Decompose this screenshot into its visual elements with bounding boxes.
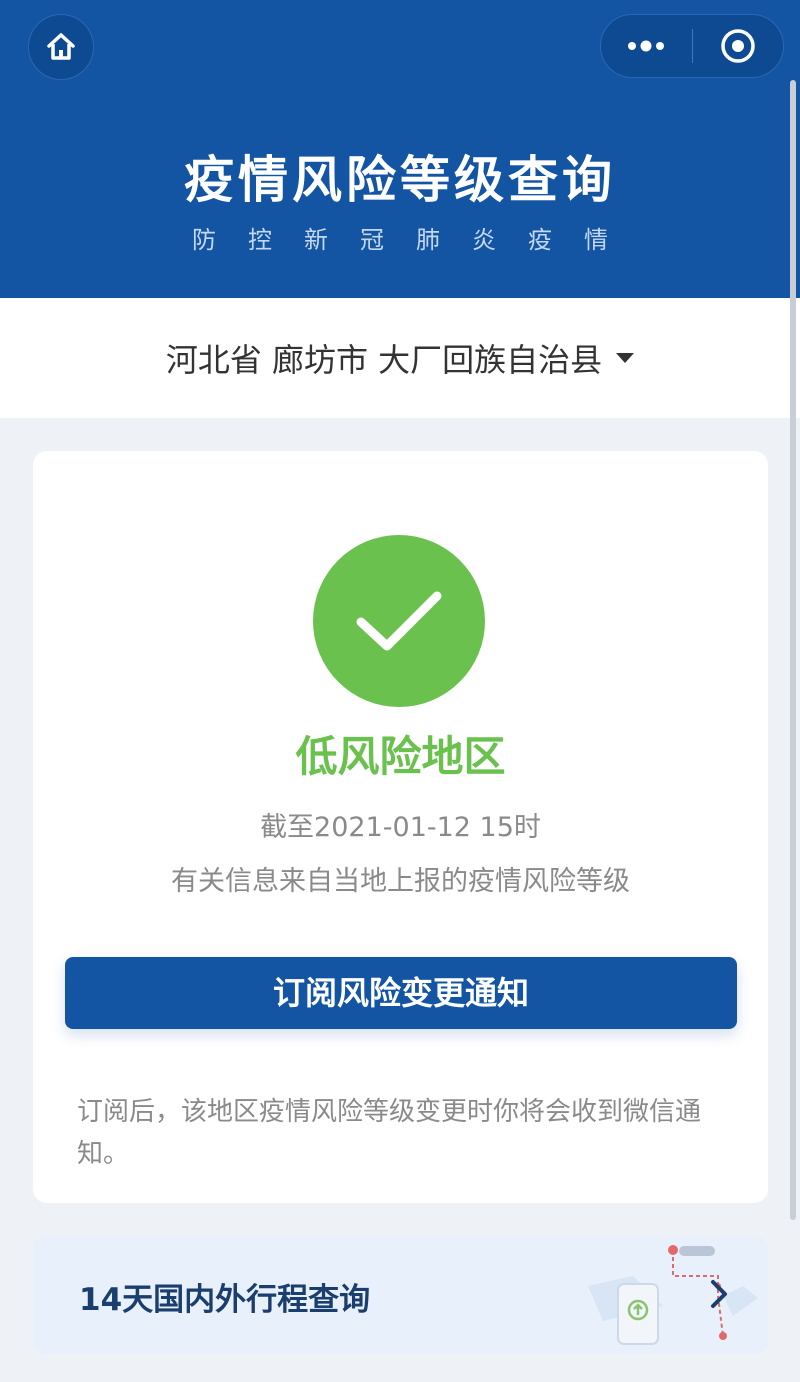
subscribe-button[interactable]: 订阅风险变更通知 bbox=[65, 957, 737, 1029]
trip-query-card[interactable]: 14天国内外行程查询 bbox=[33, 1236, 768, 1354]
trip-query-label: 14天国内外行程查询 bbox=[79, 1282, 371, 1318]
mini-program-capsule bbox=[600, 14, 784, 78]
info-source: 有关信息来自当地上报的疫情风险等级 bbox=[171, 866, 630, 897]
home-button[interactable] bbox=[28, 14, 94, 80]
check-circle-icon bbox=[313, 535, 485, 707]
chevron-right-icon bbox=[711, 1280, 727, 1308]
close-button[interactable] bbox=[693, 15, 784, 77]
region-selector[interactable]: 河北省 廊坊市 大厂回族自治县 bbox=[0, 298, 800, 418]
page-subtitle: 防控新冠肺炎疫情 bbox=[192, 226, 640, 254]
caret-down-icon bbox=[616, 353, 635, 363]
as-of-time: 截至2021-01-12 15时 bbox=[260, 812, 541, 843]
more-dots-icon bbox=[628, 40, 665, 52]
risk-level-label: 低风险地区 bbox=[295, 732, 506, 781]
target-close-icon bbox=[721, 29, 755, 63]
route-map-illustration bbox=[588, 1245, 758, 1345]
home-icon bbox=[47, 33, 75, 60]
risk-status-card: 低风险地区 截至2021-01-12 15时 有关信息来自当地上报的疫情风险等级… bbox=[33, 451, 768, 1203]
subscribe-note: 订阅后，该地区疫情风险等级变更时你将会收到微信通知。 bbox=[77, 1097, 702, 1169]
header-banner: 疫情风险等级查询 防控新冠肺炎疫情 bbox=[0, 0, 800, 298]
scrollbar[interactable] bbox=[790, 80, 796, 1220]
region-selected-text: 河北省 廊坊市 大厂回族自治县 bbox=[165, 341, 603, 379]
page-title: 疫情风险等级查询 bbox=[184, 151, 616, 209]
more-button[interactable] bbox=[601, 15, 692, 77]
